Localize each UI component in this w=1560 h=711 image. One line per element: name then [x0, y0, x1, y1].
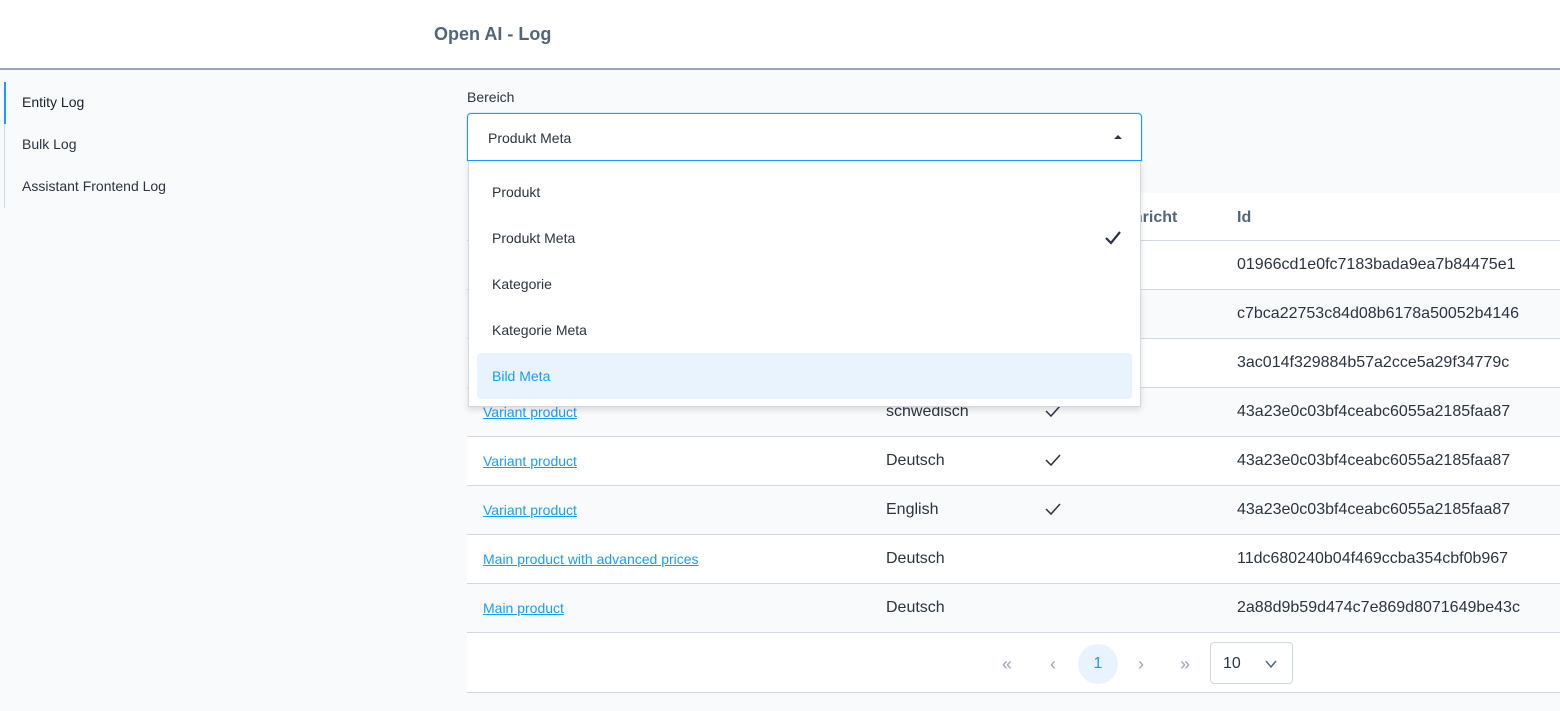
row-id: c7bca22753c84d08b6178a50052b4146 — [1237, 305, 1520, 322]
sidebar-item-assistant-frontend-log[interactable]: Assistant Frontend Log — [4, 166, 304, 208]
page-title: Open AI - Log — [434, 24, 552, 44]
pagination: « ‹ 1 › » 10 — [467, 634, 1560, 693]
chevron-down-icon — [1265, 660, 1277, 669]
checkmark-icon — [1045, 454, 1061, 467]
row-id: 43a23e0c03bf4ceabc6055a2185faa87 — [1237, 501, 1511, 518]
row-id: 43a23e0c03bf4ceabc6055a2185faa87 — [1237, 403, 1511, 420]
sidebar-item-bulk-log[interactable]: Bulk Log — [4, 124, 304, 166]
row-id: 11dc680240b04f469ccba354cbf0b967 — [1237, 550, 1509, 567]
bereich-dropdown: Produkt Produkt Meta Kategorie Kategorie… — [468, 161, 1141, 407]
option-label: Produkt Meta — [492, 230, 576, 246]
per-page-value: 10 — [1223, 655, 1241, 672]
option-bild-meta[interactable]: Bild Meta — [477, 353, 1132, 399]
row-id: 43a23e0c03bf4ceabc6055a2185faa87 — [1237, 452, 1511, 469]
sidebar: Entity Log Bulk Log Assistant Frontend L… — [4, 82, 304, 208]
last-page-button[interactable]: » — [1180, 654, 1190, 675]
first-page-button[interactable]: « — [1002, 654, 1012, 675]
column-header-id[interactable]: Id — [1237, 209, 1251, 227]
option-produkt-meta[interactable]: Produkt Meta — [477, 215, 1132, 261]
option-label: Produkt — [492, 184, 541, 200]
row-id: 3ac014f329884b57a2cce5a29f34779c — [1237, 354, 1510, 371]
table-row: Variant product English 43a23e0c03bf4cea… — [467, 486, 1560, 535]
option-label: Kategorie — [492, 276, 552, 292]
sidebar-item-entity-log[interactable]: Entity Log — [4, 82, 304, 124]
previous-page-button[interactable]: ‹ — [1050, 654, 1056, 675]
row-name: Main product — [483, 600, 564, 616]
option-label: Bild Meta — [492, 368, 551, 384]
row-language: English — [886, 501, 939, 518]
option-kategorie[interactable]: Kategorie — [477, 261, 1132, 307]
option-produkt[interactable]: Produkt — [477, 169, 1132, 215]
top-bar: Open AI - Log — [0, 0, 1560, 70]
row-id: 2a88d9b59d474c7e869d8071649be43c — [1237, 599, 1520, 616]
row-name-link[interactable]: Main product — [483, 600, 564, 616]
row-language: Deutsch — [886, 550, 945, 567]
option-kategorie-meta[interactable]: Kategorie Meta — [477, 307, 1132, 353]
table-row: Variant product Deutsch 43a23e0c03bf4cea… — [467, 437, 1560, 486]
row-name-link[interactable]: Main product with advanced prices — [483, 551, 699, 567]
next-page-button[interactable]: › — [1138, 654, 1144, 675]
chevron-up-icon — [1114, 135, 1122, 139]
checkmark-icon — [1105, 231, 1121, 245]
checkmark-icon — [1045, 503, 1061, 516]
page-1-button[interactable]: 1 — [1078, 644, 1118, 684]
row-name: Variant product — [483, 502, 577, 518]
option-label: Kategorie Meta — [492, 322, 587, 338]
row-language: Deutsch — [886, 599, 945, 616]
bereich-select[interactable]: Produkt Meta — [467, 113, 1142, 161]
row-name-link[interactable]: Variant product — [483, 502, 577, 518]
row-language: Deutsch — [886, 452, 945, 469]
bereich-label: Bereich — [467, 89, 515, 105]
row-name: Variant product — [483, 453, 577, 469]
table-row: Main product Deutsch 2a88d9b59d474c7e869… — [467, 584, 1560, 633]
per-page-select[interactable]: 10 — [1210, 642, 1293, 684]
row-name: Main product with advanced prices — [483, 551, 699, 567]
row-id: 01966cd1e0fc7183bada9ea7b84475e1 — [1237, 256, 1516, 273]
bereich-select-value: Produkt Meta — [488, 130, 572, 146]
row-name-link[interactable]: Variant product — [483, 453, 577, 469]
table-row: Main product with advanced prices Deutsc… — [467, 535, 1560, 584]
